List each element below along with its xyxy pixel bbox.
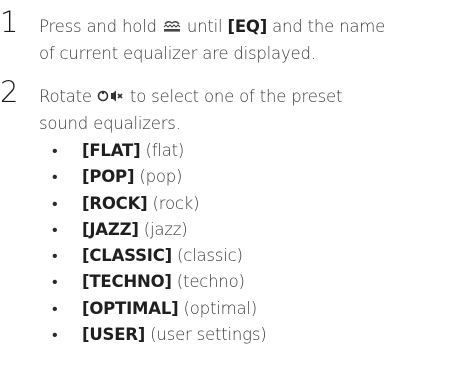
list-item: • [OPTIMAL] (optimal) [52,298,258,318]
list-item: • [ROCK] (rock) [52,193,200,213]
step-1-line-2: of current equalizer are displayed. [39,43,316,63]
list-item: • [JAZZ] (jazz) [52,219,188,239]
step-1-text: Press and hold until [EQ] and the name o… [39,14,454,67]
list-item: • [USER] (user settings) [52,325,267,345]
volume-knob-icon [97,85,125,111]
step-number: 1 [0,5,19,39]
list-item: • [TECHNO] (techno) [52,272,245,292]
list-item: • [POP] (pop) [52,167,183,187]
list-item: • [CLASSIC] (classic) [52,246,243,266]
step-2-line-1: Rotate to select one of the preset [39,84,454,111]
step-1-line-1: Press and hold until [EQ] and the name [39,14,454,41]
step-2-line-2: sound equalizers. [39,113,181,133]
list-item: • [FLAT] (flat) [52,141,185,160]
manual-page: 1 Press and hold until [EQ] and the name… [0,0,458,372]
step-2-text: Rotate to select one of the preset sound… [39,84,454,137]
equalizer-list: • [FLAT] (flat) • [POP] (pop) • [ROCK] (roc… [52,138,267,348]
step-number: 2 [0,75,19,109]
sound-button-icon [162,15,182,41]
